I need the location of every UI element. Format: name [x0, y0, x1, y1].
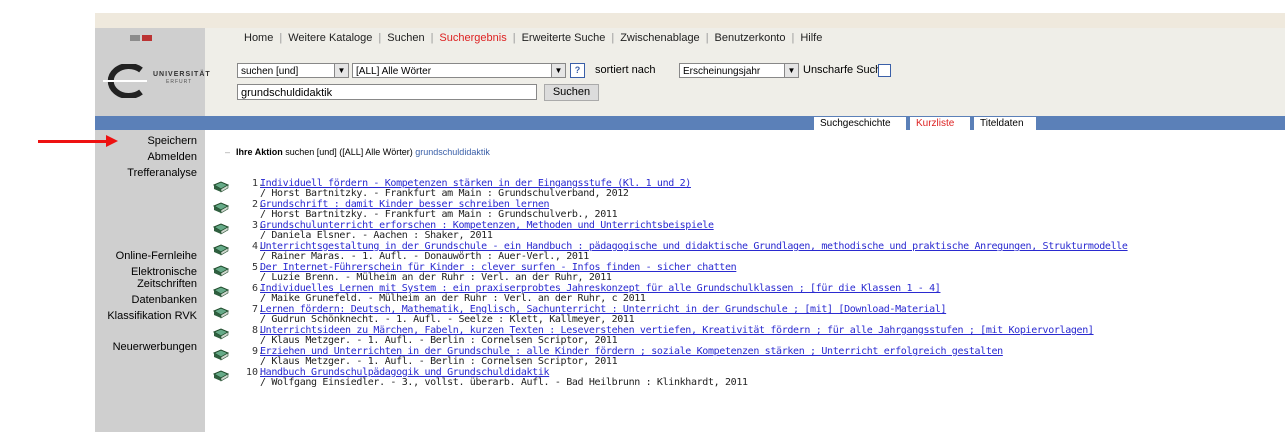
book-icon [213, 223, 229, 235]
list-item: 9. Erziehen und Unterrichten in der Grund… [210, 346, 1285, 367]
english-flag-icon[interactable] [142, 35, 152, 41]
nav-separator: | [430, 32, 434, 44]
chevron-down-icon: ▼ [334, 64, 348, 77]
operator-select[interactable]: suchen [und] ▼ [237, 63, 349, 78]
tab-bar [95, 116, 1285, 130]
result-details: / Horst Bartnitzky. - Frankfurt am Main … [260, 188, 629, 199]
nav-separator: | [378, 32, 382, 44]
fuzzy-search-checkbox[interactable] [878, 64, 891, 77]
list-item: 3. Grundschulunterricht erforschen : Komp… [210, 220, 1285, 241]
nav-suchen[interactable]: Suchen [387, 32, 424, 44]
your-action-line: – Ihre Aktion suchen [und] ([ALL] Alle Wö… [225, 147, 490, 157]
book-icon [213, 328, 229, 340]
book-icon [213, 286, 229, 298]
result-details: / Maike Grunefeld. - Mülheim an der Ruhr… [260, 293, 646, 304]
results-list: 1. Individuell fördern - Kompetenzen stär… [210, 178, 1285, 388]
sidebar-item-speichern[interactable]: Speichern [147, 135, 197, 147]
sidebar-item-trefferanalyse[interactable]: Trefferanalyse [127, 167, 197, 179]
sort-select-value: Erscheinungsjahr [683, 66, 761, 77]
book-icon [213, 265, 229, 277]
nav-separator: | [791, 32, 795, 44]
top-band [95, 13, 1285, 28]
sidebar-item-abmelden[interactable]: Abmelden [147, 151, 197, 163]
field-select-value: [ALL] Alle Wörter [356, 66, 432, 77]
annotation-arrow-icon [106, 135, 118, 147]
result-details: / Klaus Metzger. - 1. Aufl. - Berlin : C… [260, 335, 618, 346]
tab-kurzliste[interactable]: Kurzliste [910, 117, 970, 130]
result-details: / Wolfgang Einsiedler. - 3., vollst. übe… [260, 377, 748, 388]
list-item: 1. Individuell fördern - Kompetenzen stär… [210, 178, 1285, 199]
nav-separator: | [705, 32, 709, 44]
nav-erweiterte-suche[interactable]: Erweiterte Suche [522, 32, 606, 44]
list-item: 7. Lernen fördern: Deutsch, Mathematik, E… [210, 304, 1285, 325]
sort-select[interactable]: Erscheinungsjahr ▼ [679, 63, 799, 78]
list-item: 10. Handbuch Grundschulpädagogik und Grun… [210, 367, 1285, 388]
list-item: 2. Grundschrift : damit Kinder besser sch… [210, 199, 1285, 220]
chevron-down-icon: ▼ [784, 64, 798, 77]
action-term: grundschuldidaktik [415, 147, 490, 157]
sidebar-item-neuerwerbungen[interactable]: Neuerwerbungen [113, 341, 197, 353]
operator-select-value: suchen [und] [241, 66, 299, 77]
field-select[interactable]: [ALL] Alle Wörter ▼ [352, 63, 566, 78]
chevron-down-icon: ▼ [551, 64, 565, 77]
action-text: suchen [und] ([ALL] Alle Wörter) [285, 147, 413, 157]
book-icon [213, 244, 229, 256]
nav-weitere-kataloge[interactable]: Weitere Kataloge [288, 32, 372, 44]
list-item: 4. Unterrichtsgestaltung in der Grundschu… [210, 241, 1285, 262]
book-icon [213, 349, 229, 361]
sorted-by-label: sortiert nach [595, 64, 656, 76]
sidebar-item-datenbanken[interactable]: Datenbanken [132, 294, 197, 306]
language-flags[interactable] [130, 35, 152, 41]
search-button[interactable]: Suchen [544, 84, 599, 101]
german-flag-icon[interactable] [130, 35, 140, 41]
nav-home[interactable]: Home [244, 32, 273, 44]
sidebar-item-elektronische[interactable]: Elektronische [131, 266, 197, 278]
list-item: 5. Der Internet-Führerschein für Kinder :… [210, 262, 1285, 283]
bullet: – [225, 147, 231, 157]
nav-benutzerkonto[interactable]: Benutzerkonto [715, 32, 786, 44]
nav-separator: | [279, 32, 283, 44]
tab-suchgeschichte[interactable]: Suchgeschichte [814, 117, 906, 130]
result-details: / Gudrun Schönknecht. - 1. Aufl. - Seelz… [260, 314, 635, 325]
nav-separator: | [512, 32, 516, 44]
action-label: Ihre Aktion [236, 147, 283, 157]
nav-separator: | [611, 32, 615, 44]
result-details: / Daniela Elsner. - Aachen : Shaker, 201… [260, 230, 493, 241]
fuzzy-search-label: Unscharfe Suche [803, 64, 888, 76]
sidebar-item-zeitschriften[interactable]: Zeitschriften [137, 278, 197, 290]
logo-text-erfurt: ERFURT [166, 79, 193, 85]
result-details: / Luzie Brenn. - Mülheim an der Ruhr : V… [260, 272, 612, 283]
list-item: 6. Individuelles Lernen mit System : ein … [210, 283, 1285, 304]
book-icon [213, 202, 229, 214]
result-details: / Rainer Maras. - 1. Aufl. - Donauwörth … [260, 251, 589, 262]
nav-hilfe[interactable]: Hilfe [800, 32, 822, 44]
sidebar-item-online-fernleihe[interactable]: Online-Fernleihe [116, 250, 197, 262]
tab-titeldaten[interactable]: Titeldaten [974, 117, 1036, 130]
sidebar-item-klassifikation-rvk[interactable]: Klassifikation RVK [107, 310, 197, 322]
book-icon [213, 307, 229, 319]
result-details: / Klaus Metzger. - 1. Aufl. - Berlin : C… [260, 356, 618, 367]
logo-text-universitaet: UNIVERSITÄT [153, 71, 211, 78]
university-logo-icon [103, 63, 147, 99]
nav-suchergebnis[interactable]: Suchergebnis [439, 32, 506, 44]
university-logo[interactable]: UNIVERSITÄT ERFURT [101, 63, 210, 99]
nav-zwischenablage[interactable]: Zwischenablage [620, 32, 700, 44]
book-icon [213, 181, 229, 193]
annotation-arrow-line [38, 140, 110, 143]
search-input[interactable]: grundschuldidaktik [237, 84, 537, 100]
book-icon [213, 370, 229, 382]
list-item: 8. Unterrichtsideen zu Märchen, Fabeln, k… [210, 325, 1285, 346]
help-button[interactable]: ? [570, 63, 585, 78]
top-navigation: Home | Weitere Kataloge | Suchen | Suchergebni… [244, 30, 822, 46]
result-details: / Horst Bartnitzky. - Frankfurt am Main … [260, 209, 618, 220]
